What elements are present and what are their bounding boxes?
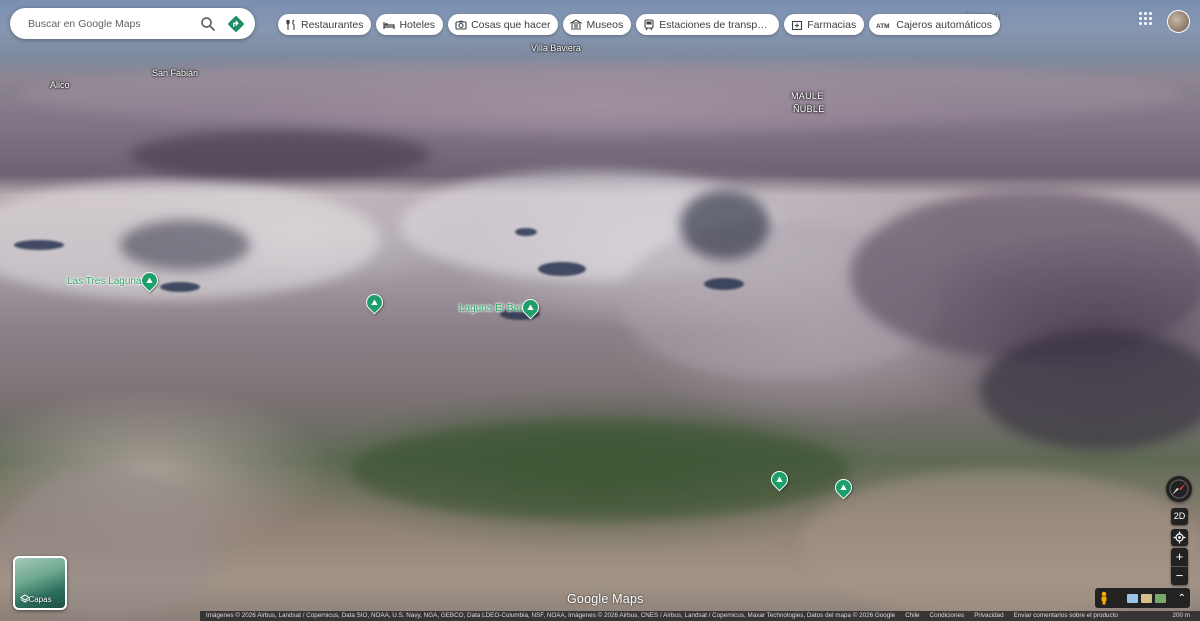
directions-icon[interactable] bbox=[227, 15, 245, 33]
chip-label: Estaciones de transporte bbox=[659, 18, 772, 31]
zoom-controls: + − bbox=[1171, 548, 1188, 585]
svg-text:ATM: ATM bbox=[876, 23, 890, 30]
park-pin-icon[interactable]: ⛰ bbox=[362, 290, 387, 315]
place-label-villa-baviera[interactable]: Villa Baviera bbox=[531, 43, 581, 53]
layers-label: Capas bbox=[28, 595, 52, 604]
hiking-icon: ⛰ bbox=[146, 276, 153, 285]
place-label-san-fabian[interactable]: San Fabián bbox=[152, 68, 198, 78]
attribution-bar: Imágenes © 2026 Airbus, Landsat / Copern… bbox=[200, 611, 1200, 621]
camera-icon bbox=[455, 20, 467, 30]
layers-button[interactable]: Capas bbox=[13, 556, 67, 610]
chip-restaurants[interactable]: Restaurantes bbox=[278, 14, 372, 35]
hiking-icon: ⛰ bbox=[527, 303, 534, 312]
chip-pharmacies[interactable]: Farmacias bbox=[784, 14, 865, 35]
transit-icon bbox=[644, 18, 654, 30]
chip-things-to-do[interactable]: Cosas que hacer bbox=[448, 14, 559, 35]
pegman-icon[interactable] bbox=[1099, 591, 1109, 605]
bed-icon bbox=[383, 21, 396, 29]
chip-atms[interactable]: ATM Cajeros automáticos bbox=[869, 14, 1000, 35]
scale-indicator[interactable]: 200 m bbox=[1172, 611, 1200, 621]
search-box bbox=[10, 8, 255, 39]
museum-icon bbox=[570, 18, 583, 30]
imagery-thumbnail[interactable] bbox=[1141, 593, 1152, 603]
my-location-button[interactable] bbox=[1171, 529, 1188, 546]
zoom-out-button[interactable]: − bbox=[1171, 566, 1188, 585]
search-input[interactable] bbox=[26, 16, 199, 31]
map-canvas[interactable]: Longaví Villa Baviera San Fabián Alico M… bbox=[0, 0, 1200, 621]
chip-label: Farmacias bbox=[807, 18, 857, 31]
zoom-in-button[interactable]: + bbox=[1171, 548, 1188, 566]
chip-label: Hoteles bbox=[399, 18, 436, 31]
imagery-attribution: Imágenes © 2026 Airbus, Landsat / Copern… bbox=[206, 612, 896, 619]
hiking-icon: ⛰ bbox=[371, 298, 378, 307]
search-icon[interactable] bbox=[199, 15, 217, 33]
google-maps-logo: Google Maps bbox=[567, 592, 644, 606]
atm-icon: ATM bbox=[876, 23, 890, 30]
poi-label-laguna-el-baul[interactable]: Laguna El Baúl bbox=[459, 303, 527, 314]
toggle-2d-button[interactable]: 2D bbox=[1171, 508, 1188, 525]
compass-button[interactable] bbox=[1166, 476, 1192, 502]
hiking-icon: ⛰ bbox=[776, 475, 783, 484]
country-link[interactable]: Chile bbox=[905, 611, 919, 621]
chip-museums[interactable]: Museos bbox=[563, 14, 632, 35]
expand-up-icon[interactable]: ⌃ bbox=[1178, 593, 1186, 604]
google-apps-icon[interactable] bbox=[1139, 12, 1153, 26]
chip-hotels[interactable]: Hoteles bbox=[376, 14, 444, 35]
imagery-thumbnail[interactable] bbox=[1155, 593, 1166, 603]
region-label-maule: MAULE bbox=[791, 91, 824, 101]
fork-knife-icon bbox=[286, 19, 295, 30]
chip-label: Museos bbox=[586, 18, 624, 31]
chip-transit-stations[interactable]: Estaciones de transporte bbox=[636, 14, 780, 35]
region-label-nuble: ÑUBLE bbox=[793, 104, 825, 114]
my-location-icon bbox=[1173, 531, 1186, 544]
category-chips: Restaurantes Hoteles Cosas que hacer Mus… bbox=[278, 14, 1000, 35]
imagery-thumbnail[interactable] bbox=[1127, 593, 1138, 603]
privacy-link[interactable]: Privacidad bbox=[974, 611, 1003, 621]
poi-label-las-tres-lagunas[interactable]: Las Tres Lagunas bbox=[67, 276, 147, 287]
chip-label: Restaurantes bbox=[301, 18, 364, 31]
chip-label: Cajeros automáticos bbox=[896, 18, 992, 31]
hiking-icon: ⛰ bbox=[840, 483, 847, 492]
feedback-link[interactable]: Enviar comentarios sobre el producto bbox=[1014, 611, 1118, 621]
street-view-bar: ⌃ bbox=[1095, 588, 1190, 608]
compass-icon bbox=[1169, 479, 1189, 499]
place-label-alico[interactable]: Alico bbox=[50, 80, 70, 90]
chip-label: Cosas que hacer bbox=[471, 18, 551, 31]
account-avatar[interactable] bbox=[1167, 10, 1190, 33]
terms-link[interactable]: Condiciones bbox=[930, 611, 965, 621]
pharmacy-icon bbox=[792, 20, 803, 30]
